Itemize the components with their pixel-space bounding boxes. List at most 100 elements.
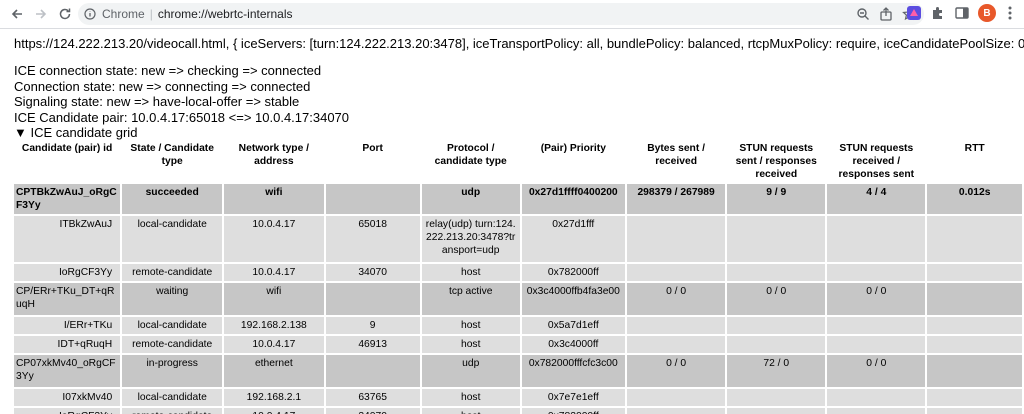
grid-cell: remote-candidate <box>122 336 223 353</box>
grid-cell <box>927 216 1022 262</box>
page-content: https://124.222.213.20/videocall.html, {… <box>0 29 1024 414</box>
grid-header-cell: RTT <box>927 141 1022 182</box>
grid-cell: 0x782000ff <box>521 264 626 281</box>
grid-cell: 0x27d1fff <box>521 216 626 262</box>
grid-cell <box>727 389 826 406</box>
address-bar[interactable]: Chrome | chrome://webrtc-internals <box>78 3 924 25</box>
grid-cell <box>727 317 826 334</box>
grid-cell: ITBkZwAuJ <box>14 216 121 262</box>
profile-avatar[interactable]: B <box>978 4 996 22</box>
grid-cell: CP/ERr+TKu_DT+qRuqH <box>14 283 121 315</box>
grid-cell <box>927 336 1022 353</box>
grid-cell <box>927 355 1022 387</box>
grid-header-cell: State / Candidate type <box>122 141 223 182</box>
share-icon[interactable] <box>879 7 893 21</box>
grid-cell <box>325 184 420 214</box>
grid-cell <box>727 408 826 414</box>
reload-button[interactable] <box>54 3 76 25</box>
menu-dots-icon[interactable] <box>1004 5 1016 21</box>
grid-cell <box>927 317 1022 334</box>
grid-cell: 0.012s <box>927 184 1022 214</box>
grid-cell: 10.0.4.17 <box>224 216 324 262</box>
grid-cell <box>627 389 726 406</box>
grid-cell: 34070 <box>325 408 420 414</box>
grid-cell: tcp active <box>421 283 520 315</box>
grid-cell <box>827 336 926 353</box>
ice-candidate-grid-toggle[interactable]: ▼ ICE candidate grid <box>14 125 137 140</box>
candidate-pair-row: CPTBkZwAuJ_oRgCF3Yy succeeded wifi udp 0x27d… <box>14 184 1022 214</box>
grid-cell: wifi <box>224 184 324 214</box>
grid-cell: 192.168.2.1 <box>224 389 324 406</box>
grid-cell: 298379 / 267989 <box>627 184 726 214</box>
candidate-row: IoRgCF3Yyremote-candidate10.0.4.1734070h… <box>14 408 1022 414</box>
url-text[interactable]: chrome://webrtc-internals <box>158 7 293 21</box>
grid-cell: 65018 <box>325 216 420 262</box>
grid-cell: 46913 <box>325 336 420 353</box>
candidate-row: IDT+qRuqH remote-candidate 10.0.4.17 46913 h… <box>14 336 1022 353</box>
grid-cell: IoRgCF3Yy <box>14 264 121 281</box>
grid-cell <box>727 264 826 281</box>
extensions-puzzle-icon[interactable] <box>930 5 946 21</box>
candidate-row: I07xkMv40 local-candidate 192.168.2.1 63765… <box>14 389 1022 406</box>
grid-cell <box>627 264 726 281</box>
grid-cell: I/ERr+TKu <box>14 317 121 334</box>
grid-cell: 0x782000fffcfc3c00 <box>521 355 626 387</box>
grid-cell: 0x782000ff <box>521 408 626 414</box>
grid-cell <box>827 408 926 414</box>
grid-cell: 63765 <box>325 389 420 406</box>
grid-cell: host <box>421 408 520 414</box>
grid-cell: 0 / 0 <box>827 283 926 315</box>
grid-header-cell: Bytes sent / received <box>627 141 726 182</box>
grid-cell: 0x27d1ffff0400200 <box>521 184 626 214</box>
reload-icon <box>59 8 71 20</box>
forward-button[interactable] <box>30 3 52 25</box>
side-panel-icon[interactable] <box>954 5 970 21</box>
grid-cell: local-candidate <box>122 317 223 334</box>
grid-cell: 34070 <box>325 264 420 281</box>
peer-connection-config: https://124.222.213.20/videocall.html, {… <box>14 36 1024 51</box>
grid-cell: in-progress <box>122 355 223 387</box>
grid-cell: 10.0.4.17 <box>224 408 324 414</box>
grid-cell <box>827 389 926 406</box>
grid-cell: 0x5a7d1eff <box>521 317 626 334</box>
ice-candidate-grid: Candidate (pair) id State / Candidate typ… <box>12 139 1024 414</box>
back-button[interactable] <box>6 3 28 25</box>
grid-cell: succeeded <box>122 184 223 214</box>
grid-cell <box>727 216 826 262</box>
grid-cell: wifi <box>224 283 324 315</box>
grid-cell: 0 / 0 <box>727 283 826 315</box>
grid-cell: 0x3c4000ff <box>521 336 626 353</box>
extension-app-icon[interactable] <box>906 5 922 21</box>
grid-cell: 0x3c4000ffb4fa3e00 <box>521 283 626 315</box>
zoom-icon[interactable] <box>856 7 870 21</box>
candidate-pair-row: CP/ERr+TKu_DT+qRuqH waiting wifi tcp active… <box>14 283 1022 315</box>
grid-cell: remote-candidate <box>122 408 223 414</box>
grid-cell: ethernet <box>224 355 324 387</box>
grid-cell <box>927 264 1022 281</box>
candidate-pair-row: CP07xkMv40_oRgCF3Yy in-progress ethernet ud… <box>14 355 1022 387</box>
grid-cell <box>927 283 1022 315</box>
grid-cell <box>827 317 926 334</box>
grid-cell: IoRgCF3Yy <box>14 408 121 414</box>
grid-cell: local-candidate <box>122 216 223 262</box>
grid-cell: 72 / 0 <box>727 355 826 387</box>
site-info-icon[interactable] <box>84 8 96 20</box>
grid-header-row: Candidate (pair) id State / Candidate typ… <box>14 141 1022 182</box>
grid-cell <box>727 336 826 353</box>
grid-header-cell: STUN requests received / responses sent <box>827 141 926 182</box>
grid-cell: 9 / 9 <box>727 184 826 214</box>
grid-cell: 192.168.2.138 <box>224 317 324 334</box>
grid-header-cell: Candidate (pair) id <box>14 141 121 182</box>
grid-cell: 0 / 0 <box>827 355 926 387</box>
grid-cell: 0 / 0 <box>627 283 726 315</box>
grid-header-cell: Network type / address <box>224 141 324 182</box>
candidate-row: ITBkZwAuJ local-candidate 10.0.4.17 65018 re… <box>14 216 1022 262</box>
back-arrow-icon <box>11 9 22 19</box>
grid-cell: 4 / 4 <box>827 184 926 214</box>
grid-header-cell: STUN requests sent / responses received <box>727 141 826 182</box>
candidate-row: I/ERr+TKu local-candidate 192.168.2.138 9 ho… <box>14 317 1022 334</box>
grid-header-cell: Port <box>325 141 420 182</box>
grid-cell <box>627 216 726 262</box>
grid-cell: CPTBkZwAuJ_oRgCF3Yy <box>14 184 121 214</box>
extensions-area: B <box>906 4 1016 22</box>
